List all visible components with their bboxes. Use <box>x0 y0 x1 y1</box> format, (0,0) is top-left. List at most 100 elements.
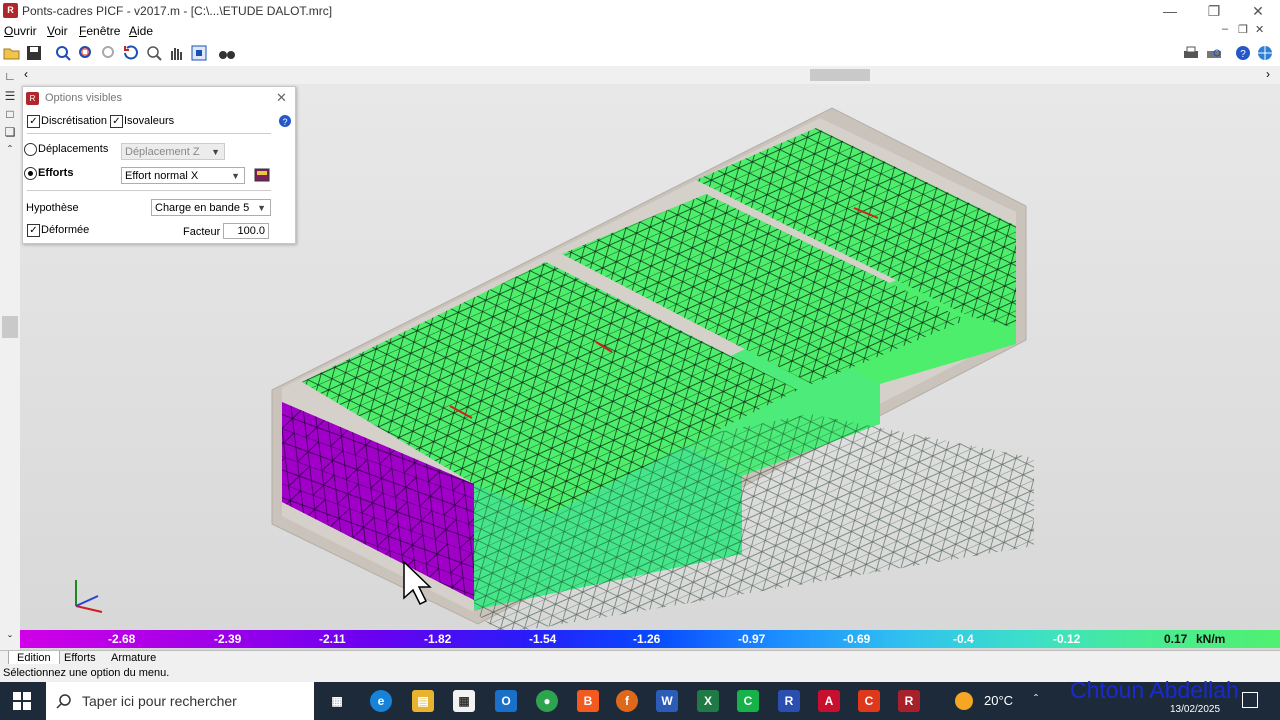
tab-efforts[interactable]: Efforts <box>56 651 104 665</box>
deplacements-label: Déplacements <box>38 143 109 155</box>
close-button[interactable]: ✕ <box>1236 0 1280 22</box>
chevron-up-icon[interactable]: ˆ <box>2 142 18 158</box>
task-view-icon[interactable]: ▦ <box>326 690 348 712</box>
hypothese-select-value: Charge en bande 5 <box>155 202 250 214</box>
windows-start-icon[interactable] <box>13 692 31 710</box>
zoom-out-icon[interactable] <box>100 44 118 62</box>
axis-x <box>75 605 103 613</box>
store-icon[interactable]: ▦ <box>453 690 475 712</box>
deplacements-select[interactable]: Déplacement Z ▼ <box>121 143 225 160</box>
menu-voir[interactable]: Voir <box>47 24 68 38</box>
layers-icon[interactable]: ☰ <box>2 88 18 104</box>
notifications-icon[interactable] <box>1242 692 1258 708</box>
file-explorer-icon[interactable]: ▤ <box>412 690 434 712</box>
zoom-icon[interactable] <box>145 44 163 62</box>
chevron-down-icon: ▼ <box>231 171 240 181</box>
scroll-left-icon[interactable]: ‹ <box>24 67 28 81</box>
print-icon[interactable] <box>1182 44 1200 62</box>
weather-sun-icon[interactable] <box>955 692 973 710</box>
pan-hand-icon[interactable] <box>167 44 185 62</box>
copy-view-icon[interactable]: ❏ <box>2 124 18 140</box>
help-icon[interactable]: ? <box>1234 44 1252 62</box>
word-icon[interactable]: W <box>656 690 678 712</box>
isovaleurs-label: Isovaleurs <box>124 115 175 127</box>
title-bar: R Ponts-cadres PICF - v2017.m - [C:\...\… <box>0 0 1280 22</box>
open-folder-icon[interactable] <box>3 44 21 62</box>
horizontal-scroll-thumb[interactable] <box>810 69 870 81</box>
save-icon[interactable] <box>25 44 43 62</box>
left-tool-strip: ∟ ☰ □ ❏ ˆ ˇ <box>0 66 21 650</box>
picf-icon[interactable]: R <box>898 690 920 712</box>
deformee-checkbox[interactable]: ✓ <box>27 224 40 237</box>
panel-logo-icon: R <box>26 92 39 105</box>
svg-text:?: ? <box>282 117 287 127</box>
chevron-down-icon: ▼ <box>257 203 266 213</box>
facteur-input[interactable] <box>223 223 269 239</box>
scale-value: -0.69 <box>843 632 871 646</box>
recorder-icon[interactable]: C <box>858 690 880 712</box>
hypothese-select[interactable]: Charge en bande 5 ▼ <box>151 199 271 216</box>
web-help-icon[interactable] <box>1256 44 1274 62</box>
palette-book-icon[interactable] <box>253 167 271 183</box>
efforts-select[interactable]: Effort normal X ▼ <box>121 167 245 184</box>
zoom-extents-icon[interactable] <box>54 44 72 62</box>
menu-fenetre[interactable]: Fenêtre <box>79 24 120 38</box>
menu-aide[interactable]: Aide <box>129 24 153 38</box>
scale-value: -0.4 <box>953 632 974 646</box>
binoculars-icon[interactable] <box>218 44 236 62</box>
mdi-restore-icon[interactable]: ❐ <box>1238 23 1248 36</box>
firefox-icon[interactable]: f <box>616 690 638 712</box>
rotate-icon[interactable] <box>122 44 140 62</box>
mdi-close-icon[interactable]: ✕ <box>1255 23 1264 36</box>
scroll-right-icon[interactable]: › <box>1266 67 1270 81</box>
weather-temperature[interactable]: 20°C <box>984 693 1013 708</box>
scale-value: -2.11 <box>319 632 346 646</box>
deplacements-radio[interactable] <box>24 143 37 156</box>
scale-value: -0.97 <box>738 632 766 646</box>
robot-icon[interactable]: R <box>778 690 800 712</box>
brave-icon[interactable]: B <box>577 690 599 712</box>
chrome-icon[interactable]: ● <box>536 690 558 712</box>
chevron-down-icon[interactable]: ˇ <box>2 632 18 648</box>
tab-armature[interactable]: Armature <box>103 651 164 665</box>
watermark-text: Chtoun Abdellah <box>1070 677 1239 703</box>
edge-icon[interactable]: e <box>370 690 392 712</box>
search-placeholder: Taper ici pour rechercher <box>82 693 237 709</box>
autocad-icon[interactable]: A <box>818 690 840 712</box>
scale-value: 0.17 <box>1164 632 1188 646</box>
view-frame-icon[interactable] <box>190 44 208 62</box>
divider <box>27 190 271 191</box>
discretisation-checkbox[interactable]: ✓ <box>27 115 40 128</box>
efforts-radio[interactable] <box>24 167 37 180</box>
scale-unit: kN/m <box>1196 632 1226 646</box>
app-logo-icon: R <box>3 3 18 18</box>
svg-text:?: ? <box>1240 49 1246 60</box>
axis-y <box>75 595 99 607</box>
mdi-minimize-icon[interactable]: – <box>1222 23 1228 35</box>
print-preview-icon[interactable] <box>1205 44 1223 62</box>
taskbar-search[interactable]: Taper ici pour rechercher <box>46 682 314 720</box>
excel-icon[interactable]: X <box>697 690 719 712</box>
tray-chevron-up-icon[interactable]: ˆ <box>1034 692 1038 706</box>
panel-help-icon[interactable]: ? <box>278 114 292 128</box>
isovaleurs-checkbox[interactable]: ✓ <box>110 115 123 128</box>
horizontal-scrollbar[interactable]: ‹ › <box>20 66 1280 84</box>
window-title: Ponts-cadres PICF - v2017.m - [C:\...\ET… <box>22 4 333 18</box>
restore-button[interactable]: ❐ <box>1192 0 1236 22</box>
divider <box>27 133 271 134</box>
panel-close-icon[interactable]: ✕ <box>276 90 287 106</box>
cube-icon[interactable]: □ <box>2 106 18 122</box>
vertical-scroll-thumb[interactable] <box>2 316 18 338</box>
camtasia-icon[interactable]: C <box>737 690 759 712</box>
minimize-button[interactable]: — <box>1148 0 1192 22</box>
facteur-label: Facteur <box>183 226 221 238</box>
options-panel: R Options visibles ✕ ✓ Discrétisation ✓ … <box>22 86 296 244</box>
color-scale-bar: -2.68 -2.39 -2.11 -1.82 -1.54 -1.26 -0.9… <box>20 630 1280 648</box>
menu-ouvrir[interactable]: Ouvrir <box>4 24 37 38</box>
toolbar: ? <box>0 40 1280 67</box>
clock-date[interactable]: 13/02/2025 <box>1170 704 1220 715</box>
panel-title: Options visibles <box>45 92 123 104</box>
zoom-window-icon[interactable] <box>77 44 95 62</box>
axis-tool-icon[interactable]: ∟ <box>2 68 18 84</box>
outlook-icon[interactable]: O <box>495 690 517 712</box>
